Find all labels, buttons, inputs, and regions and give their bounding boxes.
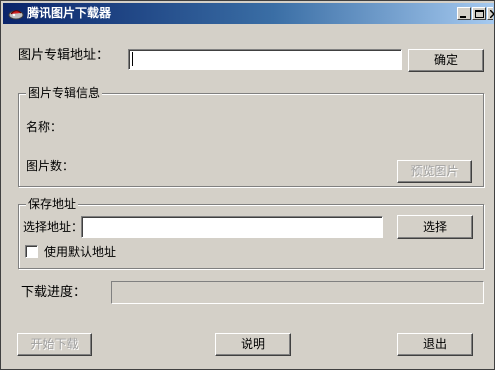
preview-images-button[interactable]: 预览图片 [397, 160, 472, 183]
use-default-address-checkbox[interactable] [25, 245, 38, 258]
help-button-label: 说明 [240, 337, 265, 351]
minimize-icon [460, 16, 466, 18]
album-info-group-title: 图片专辑信息 [26, 86, 103, 100]
help-button[interactable]: 说明 [215, 333, 291, 356]
album-address-input[interactable] [128, 49, 402, 70]
select-folder-button[interactable]: 选择 [397, 215, 473, 239]
start-download-button-label: 开始下载 [30, 337, 79, 351]
save-address-group-title: 保存地址 [26, 197, 79, 211]
exit-button-label: 退出 [422, 337, 447, 351]
minimize-button[interactable] [457, 7, 471, 20]
download-progress-bar [111, 281, 484, 304]
start-download-button[interactable]: 开始下载 [17, 333, 92, 356]
main-window: 腾讯图片下载器 图片专辑地址： 确定 图片专辑信息 名称： 图片数： 预览图片 … [0, 0, 495, 370]
close-button[interactable] [487, 7, 494, 20]
select-address-label: 选择地址： [23, 220, 84, 234]
preview-images-button-label: 预览图片 [410, 164, 459, 178]
album-name-label: 名称： [26, 120, 63, 134]
image-count-label: 图片数： [26, 159, 75, 173]
maximize-icon [475, 10, 484, 18]
use-default-address-label[interactable]: 使用默认地址 [44, 245, 116, 259]
maximize-button[interactable] [472, 7, 486, 20]
confirm-button-label: 确定 [433, 53, 458, 67]
album-address-label: 图片专辑地址： [18, 48, 110, 63]
close-icon [490, 10, 494, 18]
app-icon [8, 10, 24, 20]
confirm-button[interactable]: 确定 [408, 49, 484, 72]
download-progress-label: 下载进度： [21, 285, 87, 300]
exit-button[interactable]: 退出 [397, 333, 473, 356]
select-folder-button-label: 选择 [422, 220, 447, 234]
window-title: 腾讯图片下载器 [27, 6, 112, 20]
title-bar[interactable]: 腾讯图片下载器 [3, 3, 494, 24]
text-caret [132, 52, 133, 66]
save-address-input[interactable] [81, 216, 383, 238]
